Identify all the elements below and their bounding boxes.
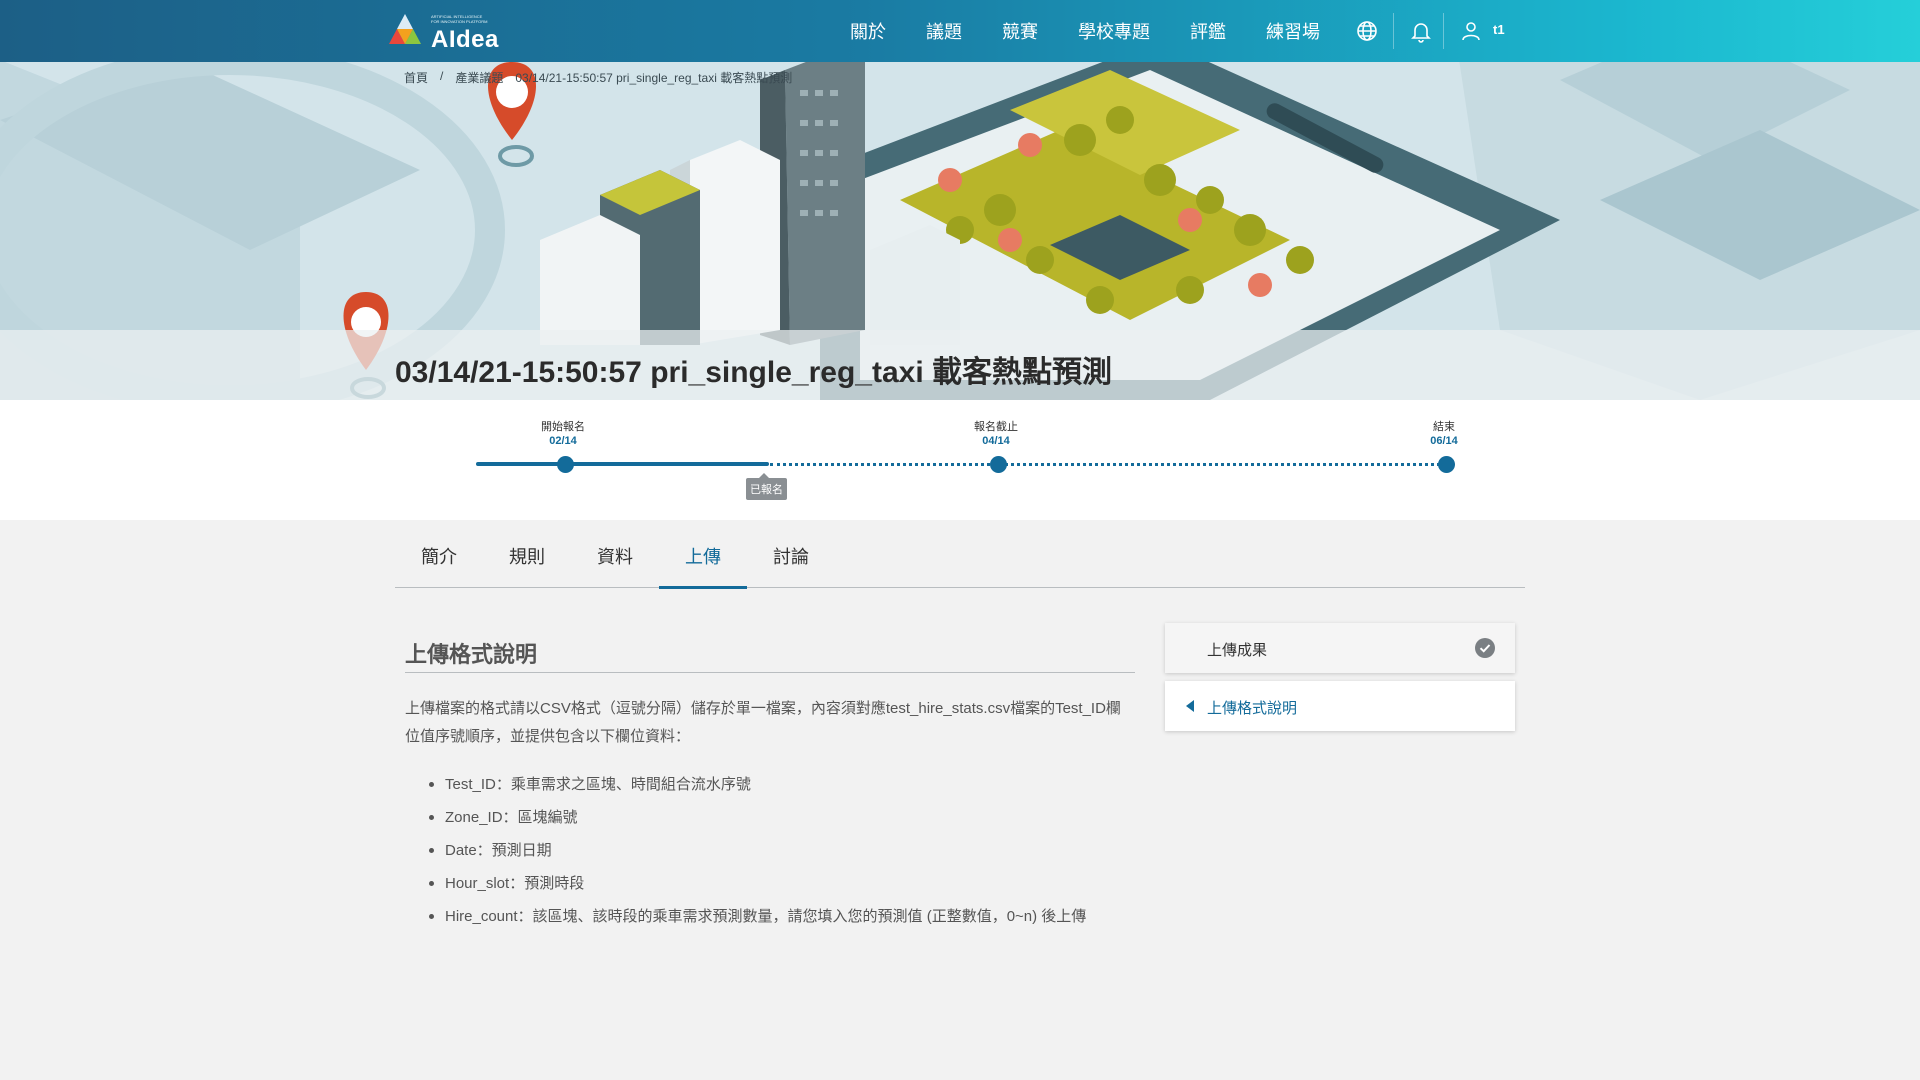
tab-upload[interactable]: 上傳: [659, 520, 747, 589]
logo-tagline: ARTIFICIAL INTELLIGENCE FOR INNOVATION P…: [431, 14, 488, 24]
timeline-dot-deadline: [990, 456, 1007, 473]
user-icon[interactable]: [1459, 19, 1483, 43]
list-item: Zone_ID：區塊編號: [405, 801, 1165, 834]
nav-separator: [1443, 13, 1444, 49]
timeline-label-start: 開始報名: [541, 421, 585, 433]
tab-discussion[interactable]: 討論: [747, 520, 835, 588]
nav-evaluation[interactable]: 評鑑: [1190, 18, 1226, 44]
timeline-label-end: 結束: [1433, 421, 1455, 433]
user-name[interactable]: t1: [1493, 22, 1505, 37]
logo-wordmark: AIdea: [431, 26, 499, 53]
timeline-dot-end: [1438, 456, 1455, 473]
breadcrumb-industry-topics[interactable]: 產業議題: [455, 69, 503, 86]
tab-intro[interactable]: 簡介: [395, 520, 483, 588]
list-item: Test_ID：乘車需求之區塊、時間組合流水序號: [405, 768, 1165, 801]
side-item-label: 上傳成果: [1207, 642, 1268, 659]
field-list: Test_ID：乘車需求之區塊、時間組合流水序號 Zone_ID：區塊編號 Da…: [405, 768, 1165, 933]
section-divider: [405, 672, 1135, 673]
side-item-upload-format[interactable]: 上傳格式說明: [1165, 681, 1515, 731]
timeline-label-deadline: 報名截止: [974, 421, 1018, 433]
breadcrumb-separator: /: [440, 69, 444, 83]
section-heading: 上傳格式說明: [405, 642, 538, 667]
side-item-upload-results[interactable]: 上傳成果: [1165, 623, 1515, 673]
timeline-dot-start: [557, 456, 574, 473]
tab-data[interactable]: 資料: [571, 520, 659, 588]
nav-about[interactable]: 關於: [850, 18, 886, 44]
content-tabs: 簡介 規則 資料 上傳 討論: [395, 520, 1525, 589]
registered-badge: 已報名: [746, 473, 787, 500]
timeline-progress: [476, 462, 769, 466]
globe-icon[interactable]: [1355, 19, 1379, 43]
breadcrumb-current: 03/14/21-15:50:57 pri_single_reg_taxi 載客…: [515, 71, 793, 85]
timeline-remaining: [770, 463, 1446, 466]
timeline-date-start: 02/14: [549, 435, 577, 447]
list-item: Hire_count：該區塊、該時段的乘車需求預測數量，請您填入您的預測值 (正…: [405, 900, 1165, 933]
list-item: Date：預測日期: [405, 834, 1165, 867]
main-nav: 關於 議題 競賽 學校專題 評鑑 練習場: [850, 0, 1360, 62]
nav-competitions[interactable]: 競賽: [1002, 18, 1038, 44]
breadcrumb-home[interactable]: 首頁: [404, 69, 428, 86]
breadcrumb: 首頁 / 產業議題 03/14/21-15:50:57 pri_single_r…: [404, 69, 792, 86]
nav-topics[interactable]: 議題: [926, 18, 962, 44]
page-title: 03/14/21-15:50:57 pri_single_reg_taxi 載客…: [395, 356, 1112, 389]
top-navbar: ARTIFICIAL INTELLIGENCE FOR INNOVATION P…: [0, 0, 1920, 62]
tab-rules[interactable]: 規則: [483, 520, 571, 588]
caret-left-icon: [1186, 700, 1194, 712]
upload-format-description: 上傳檔案的格式請以CSV格式（逗號分隔）儲存於單一檔案，內容須對應test_hi…: [405, 700, 1121, 745]
logo-mark-icon: [389, 14, 421, 44]
timeline-date-deadline: 04/14: [982, 435, 1010, 447]
aidea-logo[interactable]: ARTIFICIAL INTELLIGENCE FOR INNOVATION P…: [387, 10, 498, 53]
nav-school-projects[interactable]: 學校專題: [1078, 18, 1150, 44]
nav-separator: [1393, 13, 1394, 49]
bell-icon[interactable]: [1409, 19, 1433, 43]
list-item: Hour_slot：預測時段: [405, 867, 1165, 900]
check-circle-icon: [1475, 638, 1495, 658]
nav-practice[interactable]: 練習場: [1266, 18, 1320, 44]
timeline-date-end: 06/14: [1430, 435, 1458, 447]
side-item-label: 上傳格式說明: [1207, 700, 1298, 717]
